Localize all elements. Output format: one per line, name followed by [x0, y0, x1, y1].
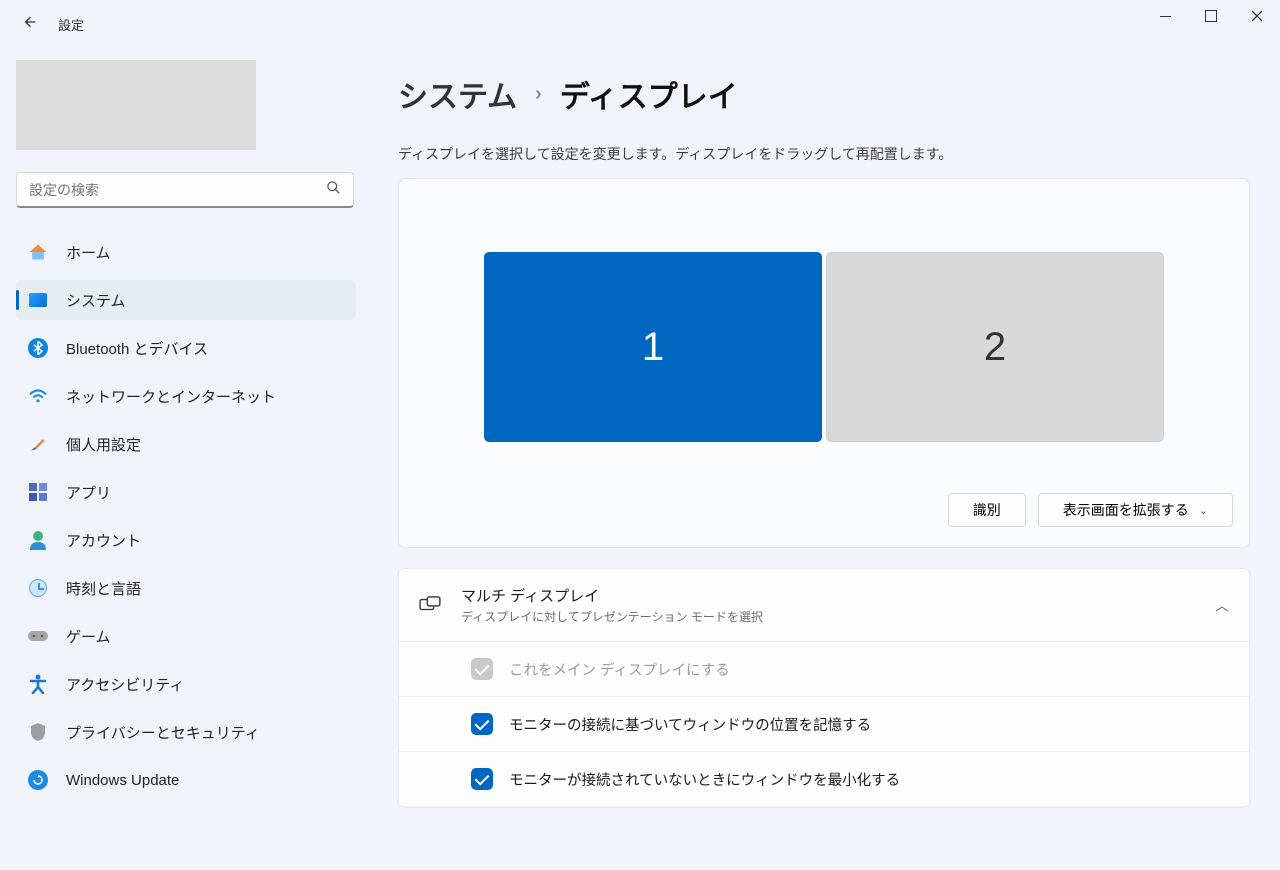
sidebar-item-label: システム	[66, 290, 126, 311]
account-block[interactable]	[16, 60, 256, 150]
brush-icon	[28, 434, 48, 454]
network-icon	[28, 386, 48, 406]
update-icon	[28, 770, 48, 790]
identify-button[interactable]: 識別	[948, 493, 1026, 527]
option-label: モニターが接続されていないときにウィンドウを最小化する	[509, 769, 900, 790]
sidebar-item-system[interactable]: システム	[16, 280, 356, 320]
sidebar-item-label: ホーム	[66, 242, 111, 263]
arrange-card: 1 2 識別 表示画面を拡張する ⌄	[398, 178, 1250, 548]
main-content: システム › ディスプレイ ディスプレイを選択して設定を変更します。ディスプレイ…	[378, 48, 1280, 870]
back-arrow-icon	[22, 14, 38, 30]
multi-display-title: マルチ ディスプレイ	[461, 585, 763, 606]
sidebar-item-apps[interactable]: アプリ	[16, 472, 356, 512]
monitor-2[interactable]: 2	[826, 252, 1164, 442]
projection-mode-label: 表示画面を拡張する	[1063, 500, 1189, 520]
home-icon	[28, 242, 48, 262]
option-label: モニターの接続に基づいてウィンドウの位置を記憶する	[509, 714, 871, 735]
accounts-icon	[28, 530, 48, 550]
multi-display-icon	[419, 594, 441, 616]
multi-display-desc: ディスプレイに対してプレゼンテーション モードを選択	[461, 608, 763, 625]
shield-icon	[28, 722, 48, 742]
checkbox-minimize-on-disconnect[interactable]	[471, 768, 493, 790]
sidebar-item-personalization[interactable]: 個人用設定	[16, 424, 356, 464]
chevron-up-icon: 〈	[1213, 598, 1232, 611]
option-label: これをメイン ディスプレイにする	[509, 659, 730, 680]
sidebar-item-gaming[interactable]: ゲーム	[16, 616, 356, 656]
sidebar-item-time-language[interactable]: 時刻と言語	[16, 568, 356, 608]
window-controls	[1142, 0, 1280, 32]
nav-list: ホーム システム Bluetooth とデバイス ネットワークとインターネット	[16, 232, 360, 800]
sidebar-item-label: ゲーム	[66, 626, 111, 647]
monitor-label: 1	[642, 325, 664, 370]
helper-text: ディスプレイを選択して設定を変更します。ディスプレイをドラッグして再配置します。	[398, 144, 1250, 164]
sidebar-item-label: Bluetooth とデバイス	[66, 338, 208, 359]
bluetooth-icon	[28, 338, 48, 358]
search-input[interactable]	[29, 182, 326, 198]
checkbox-main-display	[471, 658, 493, 680]
close-icon	[1251, 10, 1263, 22]
sidebar-item-network[interactable]: ネットワークとインターネット	[16, 376, 356, 416]
gamepad-icon	[28, 626, 48, 646]
sidebar-item-label: Windows Update	[66, 772, 179, 789]
maximize-button[interactable]	[1188, 0, 1234, 32]
multi-display-title-block: マルチ ディスプレイ ディスプレイに対してプレゼンテーション モードを選択	[461, 585, 763, 625]
identify-label: 識別	[973, 500, 1001, 520]
window-title: 設定	[58, 15, 84, 34]
multi-display-section: マルチ ディスプレイ ディスプレイに対してプレゼンテーション モードを選択 〈 …	[398, 568, 1250, 808]
sidebar-item-label: ネットワークとインターネット	[66, 386, 276, 407]
back-button[interactable]	[10, 14, 50, 35]
projection-mode-dropdown[interactable]: 表示画面を拡張する ⌄	[1038, 493, 1233, 527]
search-icon	[326, 180, 341, 199]
option-minimize-on-disconnect[interactable]: モニターが接続されていないときにウィンドウを最小化する	[399, 752, 1249, 807]
apps-icon	[28, 482, 48, 502]
option-remember-position[interactable]: モニターの接続に基づいてウィンドウの位置を記憶する	[399, 697, 1249, 752]
multi-display-header[interactable]: マルチ ディスプレイ ディスプレイに対してプレゼンテーション モードを選択 〈	[399, 569, 1249, 642]
monitor-1[interactable]: 1	[484, 252, 822, 442]
option-main-display: これをメイン ディスプレイにする	[399, 642, 1249, 697]
close-button[interactable]	[1234, 0, 1280, 32]
sidebar: ホーム システム Bluetooth とデバイス ネットワークとインターネット	[0, 48, 378, 870]
sidebar-item-windows-update[interactable]: Windows Update	[16, 760, 356, 800]
sidebar-item-label: アクセシビリティ	[66, 674, 184, 695]
monitor-arrangement[interactable]: 1 2	[399, 179, 1249, 479]
sidebar-item-bluetooth[interactable]: Bluetooth とデバイス	[16, 328, 356, 368]
chevron-down-icon: ⌄	[1199, 504, 1208, 517]
titlebar: 設定	[0, 0, 1280, 48]
accessibility-icon	[28, 674, 48, 694]
sidebar-item-label: アプリ	[66, 482, 111, 503]
sidebar-item-accounts[interactable]: アカウント	[16, 520, 356, 560]
sidebar-item-accessibility[interactable]: アクセシビリティ	[16, 664, 356, 704]
sidebar-item-privacy[interactable]: プライバシーとセキュリティ	[16, 712, 356, 752]
sidebar-item-label: アカウント	[66, 530, 141, 551]
arrange-actions: 識別 表示画面を拡張する ⌄	[399, 479, 1249, 547]
search-box[interactable]	[16, 172, 354, 208]
chevron-right-icon: ›	[535, 83, 542, 106]
sidebar-item-home[interactable]: ホーム	[16, 232, 356, 272]
checkbox-remember-position[interactable]	[471, 713, 493, 735]
breadcrumb-current: ディスプレイ	[560, 72, 738, 116]
monitor-label: 2	[984, 325, 1006, 370]
sidebar-item-label: 個人用設定	[66, 434, 141, 455]
clock-icon	[28, 578, 48, 598]
minimize-button[interactable]	[1142, 0, 1188, 32]
system-icon	[28, 290, 48, 310]
breadcrumb: システム › ディスプレイ	[398, 72, 1250, 116]
breadcrumb-parent[interactable]: システム	[398, 72, 517, 116]
sidebar-item-label: 時刻と言語	[66, 578, 141, 599]
sidebar-item-label: プライバシーとセキュリティ	[66, 722, 260, 743]
